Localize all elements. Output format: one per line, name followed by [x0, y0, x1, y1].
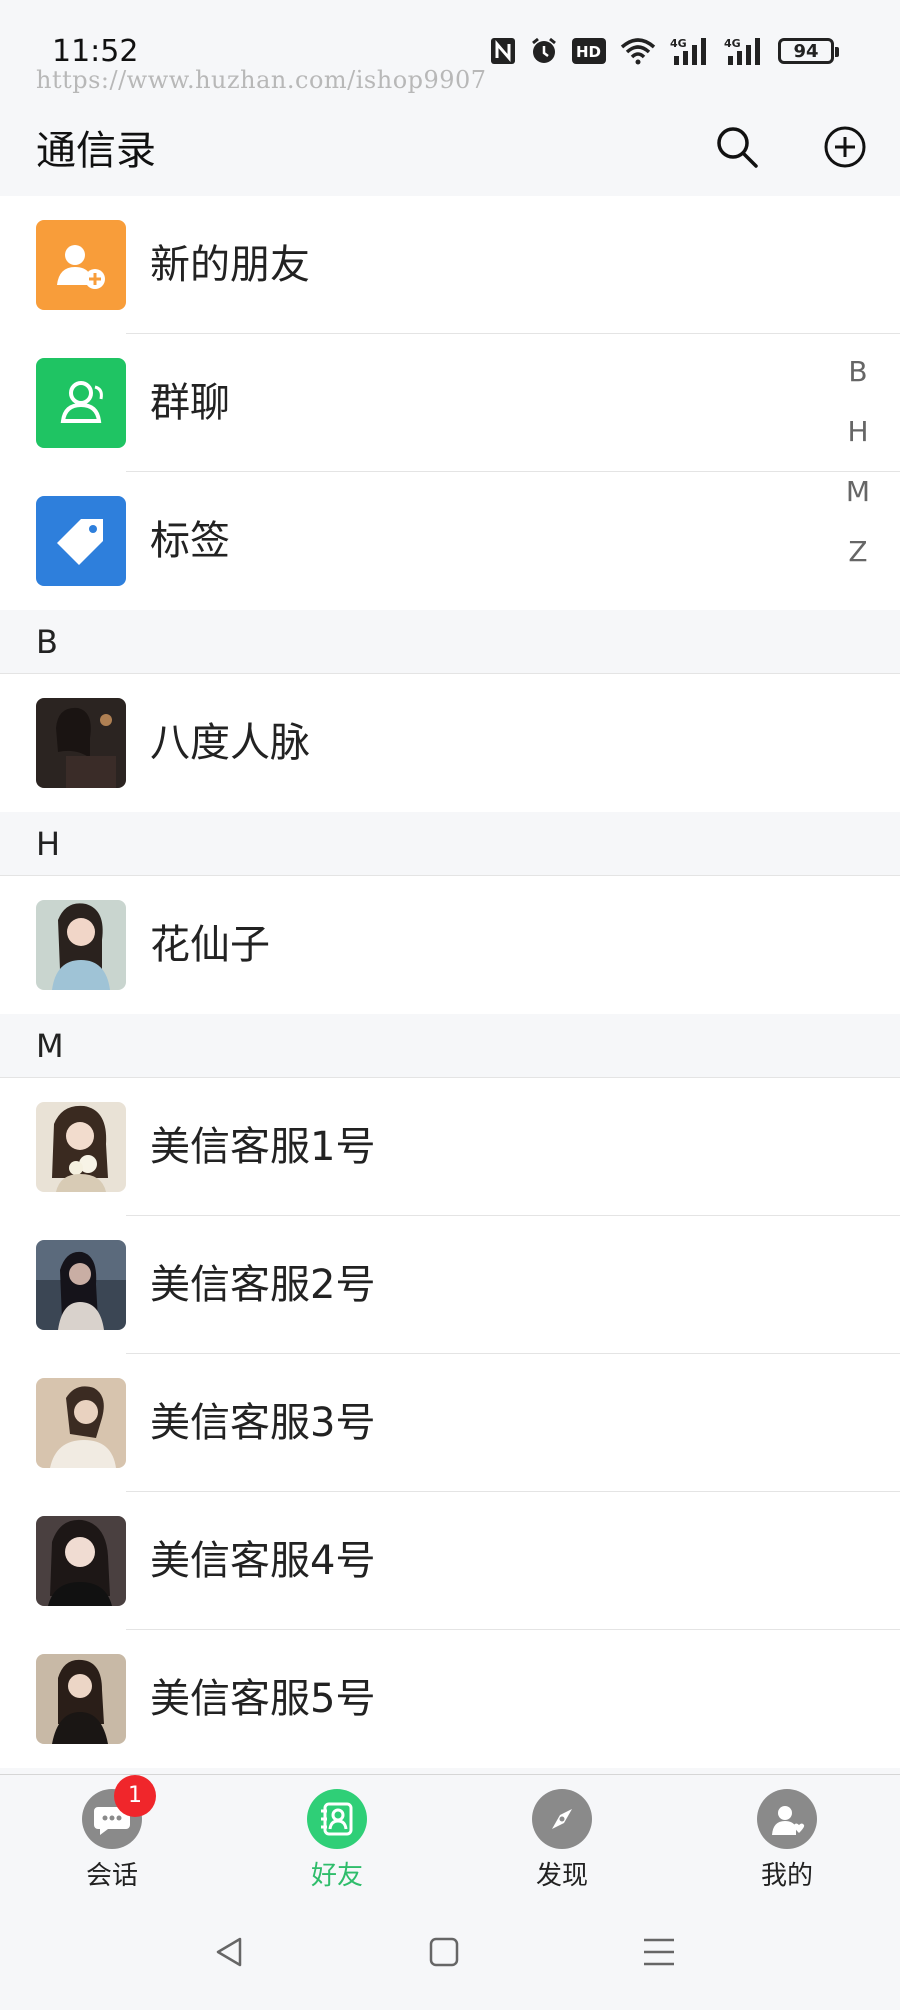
- function-label: 标签: [150, 518, 230, 564]
- menu-button[interactable]: [637, 1930, 681, 1974]
- avatar: [36, 698, 126, 788]
- add-user-icon: [36, 220, 126, 310]
- avatar: [36, 1102, 126, 1192]
- contact-row[interactable]: 美信客服5号: [0, 1630, 900, 1768]
- back-icon: [216, 1937, 242, 1967]
- alphabet-index[interactable]: B H M Z: [838, 342, 878, 582]
- tab-label: 发现: [535, 1861, 588, 1891]
- contact-row[interactable]: 花仙子: [0, 876, 900, 1014]
- contact-row[interactable]: 美信客服3号: [0, 1354, 900, 1492]
- 4g-signal-icon: 4G: [724, 36, 764, 66]
- header: 通信录: [0, 100, 900, 196]
- search-icon: [717, 127, 758, 168]
- avatar: [36, 1516, 126, 1606]
- index-letter-b[interactable]: B: [838, 342, 878, 402]
- group-icon: [36, 358, 126, 448]
- section-header-h: H: [0, 812, 900, 876]
- hd-icon: HD: [572, 38, 606, 64]
- new-friends-row[interactable]: 新的朋友: [0, 196, 900, 334]
- section-header-m: M: [0, 1014, 900, 1078]
- contacts-icon: [307, 1789, 367, 1849]
- function-label: 新的朋友: [150, 242, 310, 288]
- compass-icon: [532, 1789, 592, 1849]
- avatar: [36, 900, 126, 990]
- avatar: [36, 1654, 126, 1744]
- page-title: 通信录: [36, 128, 156, 174]
- contact-name: 美信客服4号: [150, 1538, 376, 1584]
- index-letter-m[interactable]: M: [838, 462, 878, 522]
- search-button[interactable]: [710, 120, 764, 174]
- contact-name: 美信客服3号: [150, 1400, 376, 1446]
- contact-name: 美信客服1号: [150, 1124, 376, 1170]
- back-button[interactable]: [207, 1930, 251, 1974]
- avatar: [36, 1240, 126, 1330]
- add-circle-icon: [824, 126, 866, 168]
- add-button[interactable]: [818, 120, 872, 174]
- status-bar: 11:52 https://www.huzhan.com/ishop9907 H…: [0, 0, 900, 100]
- svg-text:4G: 4G: [670, 37, 687, 50]
- tab-label: 好友: [310, 1861, 363, 1891]
- contact-row[interactable]: 美信客服2号: [0, 1216, 900, 1354]
- avatar: [36, 1378, 126, 1468]
- contact-row[interactable]: 八度人脉: [0, 674, 900, 812]
- watermark-url: https://www.huzhan.com/ishop9907: [36, 66, 487, 94]
- tab-discover[interactable]: 发现: [502, 1789, 622, 1891]
- 4g-signal-icon: 4G: [670, 36, 710, 66]
- contact-row[interactable]: 美信客服1号: [0, 1078, 900, 1216]
- tag-icon: [36, 496, 126, 586]
- home-button[interactable]: [422, 1930, 466, 1974]
- tab-profile[interactable]: 我的: [727, 1789, 847, 1891]
- profile-icon: [757, 1789, 817, 1849]
- svg-text:4G: 4G: [724, 37, 741, 50]
- contact-name: 美信客服5号: [150, 1676, 376, 1722]
- status-time: 11:52: [52, 34, 139, 69]
- tab-label: 我的: [760, 1861, 813, 1891]
- tags-row[interactable]: 标签: [0, 472, 900, 610]
- contact-name: 美信客服2号: [150, 1262, 376, 1308]
- nfc-icon: [490, 37, 516, 65]
- tab-chats[interactable]: 1 会话: [52, 1775, 172, 1891]
- contact-list: 新的朋友 群聊 标签 B 八度人脉 H 花仙子 M 美信客服1号 美信客服2号 …: [0, 196, 900, 1768]
- tab-label: 会话: [85, 1861, 138, 1891]
- group-chat-row[interactable]: 群聊: [0, 334, 900, 472]
- section-letter: B: [36, 623, 58, 661]
- section-letter: M: [36, 1027, 64, 1065]
- menu-icon: [644, 1938, 674, 1966]
- contact-row[interactable]: 美信客服4号: [0, 1492, 900, 1630]
- section-letter: H: [36, 825, 61, 863]
- index-letter-z[interactable]: Z: [838, 522, 878, 582]
- section-header-b: B: [0, 610, 900, 674]
- contact-name: 花仙子: [150, 922, 270, 968]
- system-nav-bar: [0, 1892, 900, 2010]
- status-icons: HD 4G 4G 94: [490, 36, 839, 66]
- bottom-tab-bar: 1 会话 好友 发现 我的: [0, 1774, 900, 1892]
- function-label: 群聊: [150, 380, 230, 426]
- unread-badge: 1: [114, 1775, 156, 1817]
- alarm-icon: [530, 37, 558, 65]
- contact-name: 八度人脉: [150, 720, 310, 766]
- index-letter-h[interactable]: H: [838, 402, 878, 462]
- tab-friends[interactable]: 好友: [277, 1789, 397, 1891]
- svg-text:HD: HD: [576, 43, 601, 61]
- wifi-icon: [620, 37, 656, 65]
- home-icon: [429, 1937, 459, 1967]
- battery-icon: 94: [778, 38, 839, 64]
